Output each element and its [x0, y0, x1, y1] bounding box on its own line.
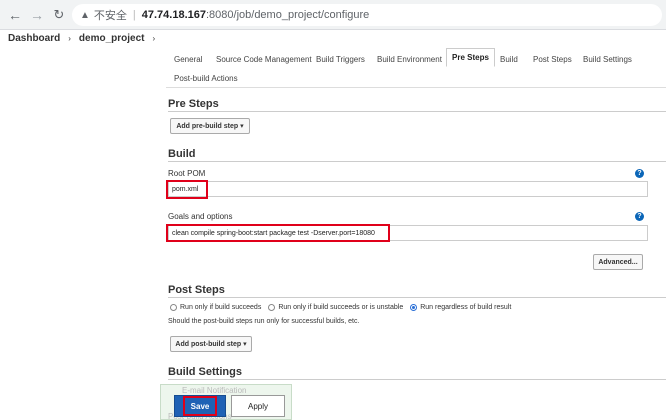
root-pom-input[interactable]: pom.xml: [168, 181, 648, 197]
radio-label-regardless: Run regardless of build result: [420, 304, 512, 311]
tab-pre-steps[interactable]: Pre Steps: [446, 48, 495, 67]
warning-icon: ▲: [80, 9, 90, 21]
radio-regardless[interactable]: [410, 304, 418, 311]
pre-steps-rule: [168, 111, 666, 112]
tab-build-environment[interactable]: Build Environment: [372, 52, 447, 67]
url-host: 47.74.18.167: [141, 9, 206, 21]
forward-arrow-icon[interactable]: →: [28, 6, 46, 24]
browser-toolbar: ← → ↻ ▲ 不安全 | 47.74.18.167 :8080/job/dem…: [0, 0, 666, 30]
post-steps-title: Post Steps: [168, 284, 225, 296]
tab-build[interactable]: Build: [495, 52, 523, 67]
radio-label-succeeds: Run only if build succeeds: [180, 304, 262, 311]
tab-general[interactable]: General: [169, 52, 207, 67]
address-bar[interactable]: ▲ 不安全 | 47.74.18.167 :8080/job/demo_proj…: [72, 4, 662, 26]
build-title: Build: [168, 148, 196, 160]
build-settings-title: Build Settings: [168, 366, 242, 378]
chevron-right-icon[interactable]: ›: [68, 34, 71, 43]
add-post-build-step-button[interactable]: Add post-build step ▾: [170, 336, 252, 352]
breadcrumb: Dashboard › demo_project ›: [0, 31, 666, 45]
breadcrumb-dashboard[interactable]: Dashboard: [8, 33, 60, 44]
breadcrumb-project[interactable]: demo_project: [79, 33, 145, 44]
tabs-divider: [166, 87, 666, 88]
goals-label: Goals and options: [168, 212, 233, 221]
help-icon[interactable]: ?: [635, 169, 644, 178]
tab-build-triggers[interactable]: Build Triggers: [311, 52, 370, 67]
email-notification-ghost: E-mail Notification: [182, 386, 247, 395]
tab-build-settings[interactable]: Build Settings: [578, 52, 637, 67]
help-icon[interactable]: ?: [635, 212, 644, 221]
back-arrow-icon[interactable]: ←: [6, 6, 24, 24]
add-pre-build-step-button[interactable]: Add pre-build step ▾: [170, 118, 250, 134]
tab-post-build-actions[interactable]: Post-build Actions: [169, 71, 243, 86]
post-steps-options: Run only if build succeeds Run only if b…: [170, 304, 518, 311]
pre-steps-title: Pre Steps: [168, 98, 219, 110]
root-pom-label: Root POM: [168, 169, 206, 178]
tab-source-code-management[interactable]: Source Code Management: [211, 52, 317, 67]
radio-succeeds-or-unstable[interactable]: [268, 304, 276, 311]
root-pom-highlight: [166, 180, 208, 199]
radio-label-unstable: Run only if build succeeds or is unstabl…: [278, 304, 404, 311]
radio-build-succeeds[interactable]: [170, 304, 177, 311]
chevron-right-icon[interactable]: ›: [152, 34, 155, 43]
url-path: :8080/job/demo_project/configure: [206, 9, 370, 21]
url-separator: |: [132, 9, 136, 21]
apply-button[interactable]: Apply: [231, 395, 285, 417]
build-settings-rule: [168, 379, 666, 380]
post-steps-rule: [168, 297, 666, 298]
goals-highlight: [166, 224, 390, 242]
save-highlight: [183, 396, 217, 416]
build-rule: [168, 161, 666, 162]
post-steps-note: Should the post-build steps run only for…: [168, 318, 360, 325]
reload-icon[interactable]: ↻: [50, 6, 68, 24]
advanced-button[interactable]: Advanced...: [593, 254, 643, 270]
insecure-label: 不安全: [93, 10, 127, 22]
tab-post-steps[interactable]: Post Steps: [528, 52, 577, 67]
